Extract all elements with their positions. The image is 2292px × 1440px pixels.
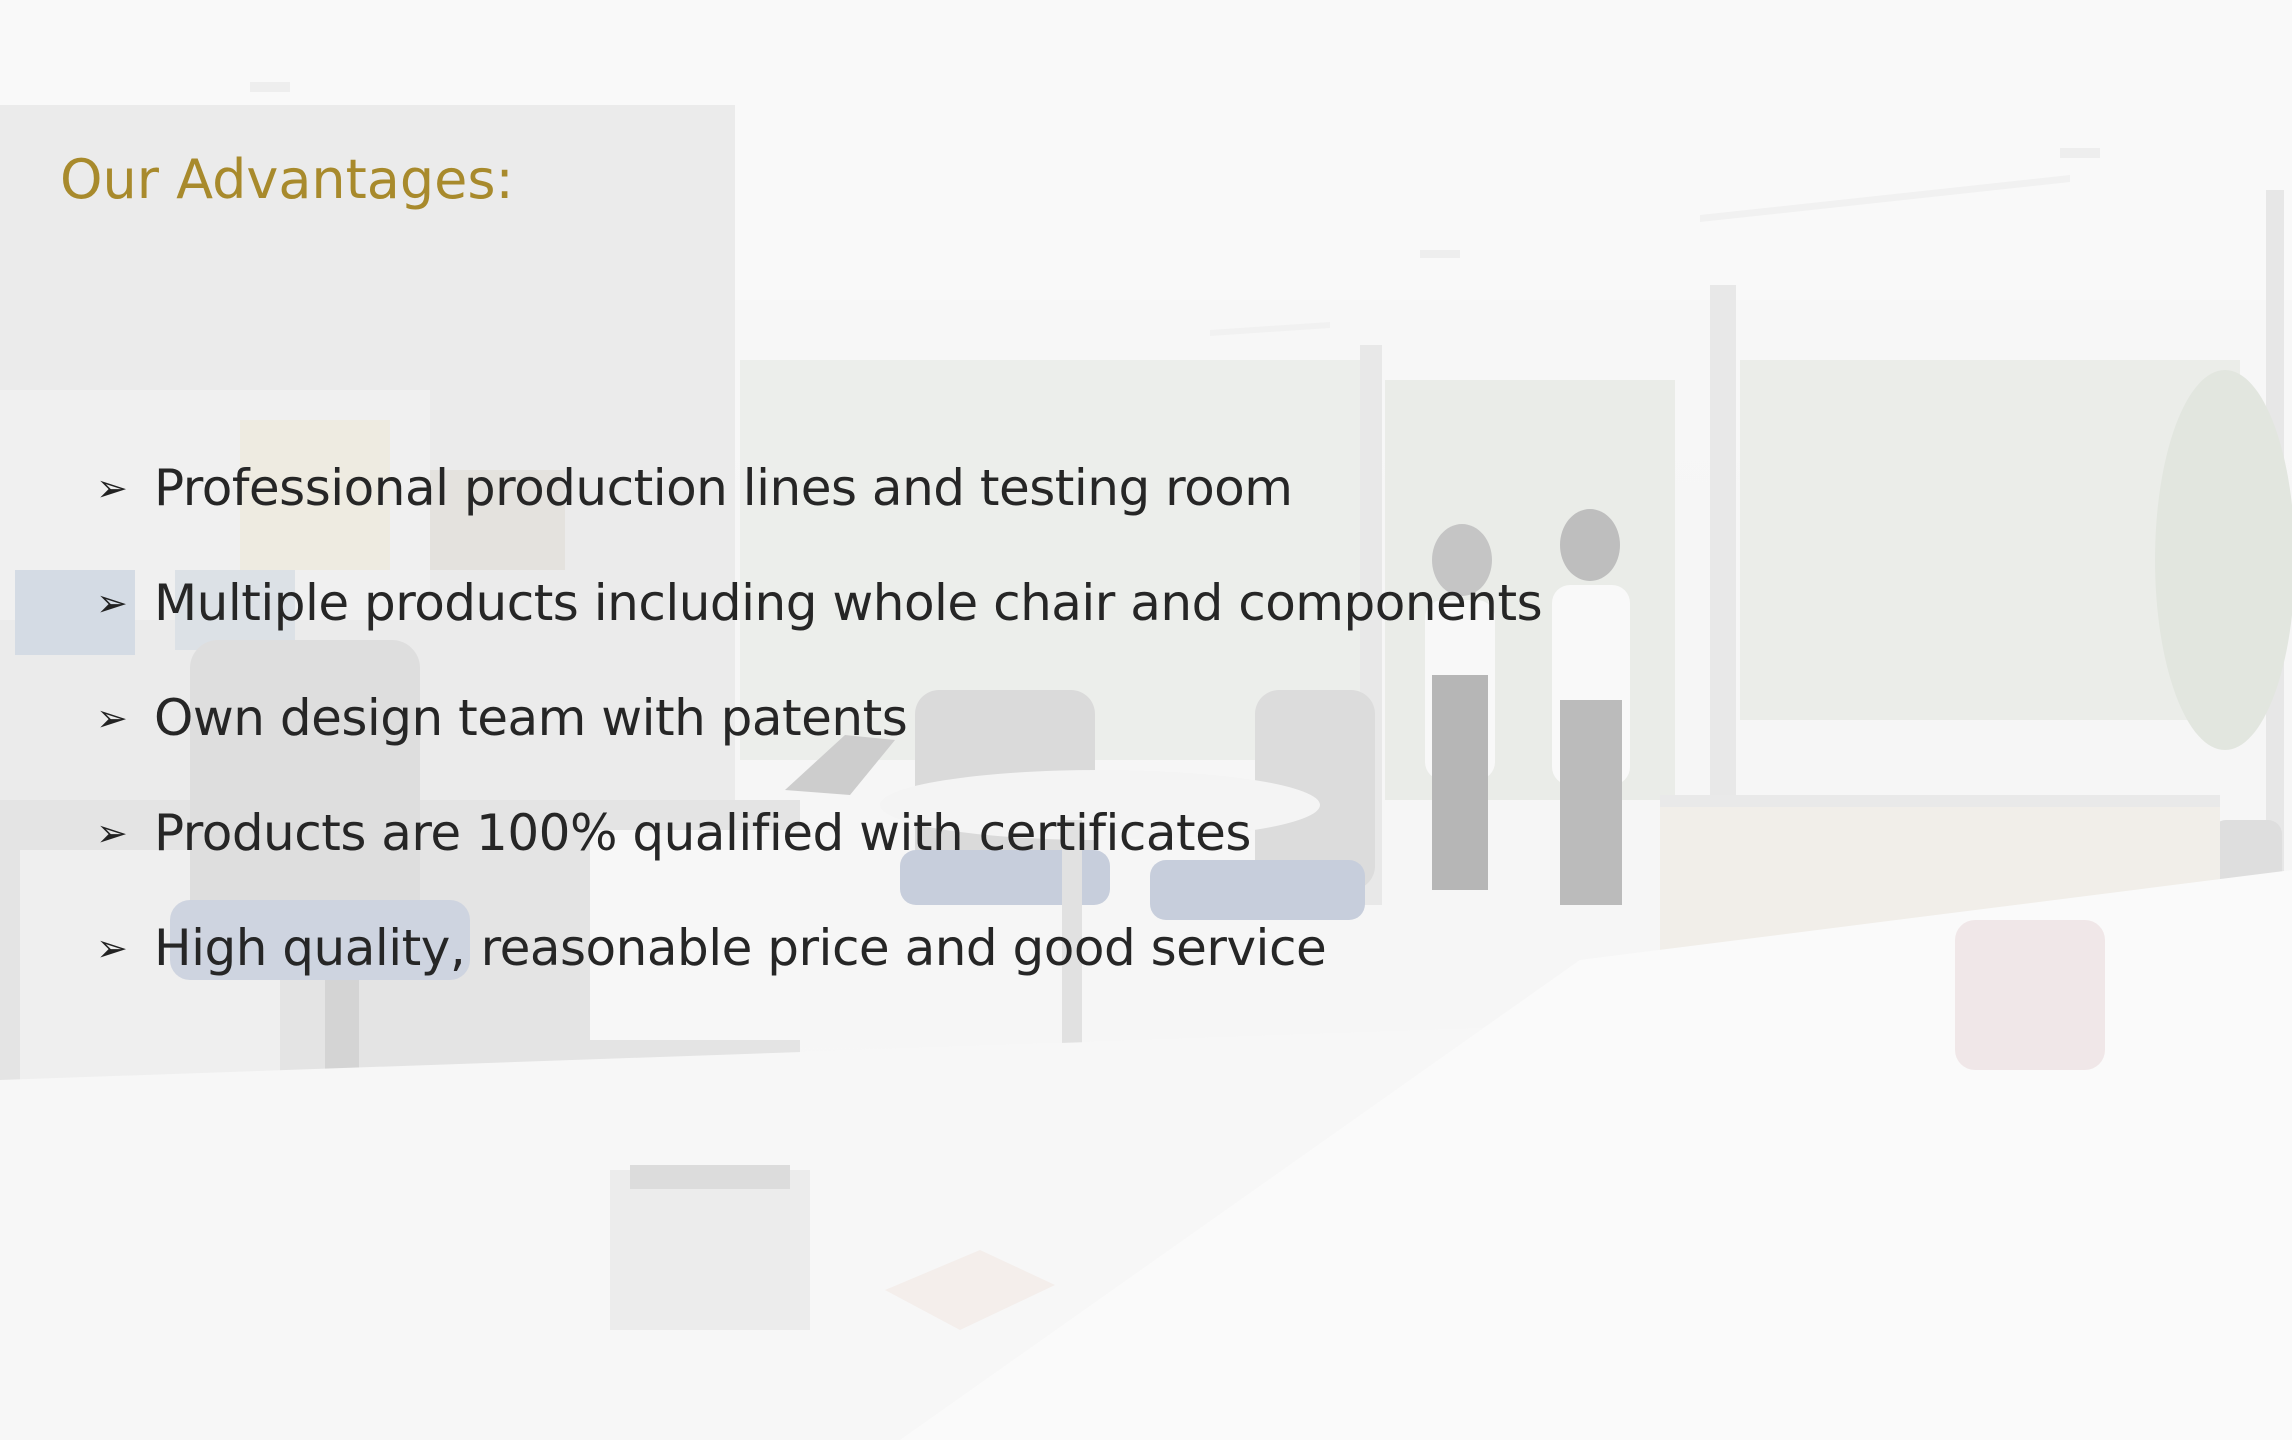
slide-title: Our Advantages:: [60, 148, 514, 211]
arrow-bullet-icon: ➢: [96, 465, 128, 510]
slide: Our Advantages: ➢ Professional productio…: [0, 0, 2292, 1440]
arrow-bullet-icon: ➢: [96, 925, 128, 970]
list-item: ➢ High quality, reasonable price and goo…: [96, 890, 1542, 1005]
arrow-bullet-icon: ➢: [96, 580, 128, 625]
list-item: ➢ Multiple products including whole chai…: [96, 545, 1543, 660]
advantage-text: Products are 100% qualified with certifi…: [154, 803, 1251, 862]
advantage-text: Own design team with patents: [154, 688, 908, 747]
advantage-text: Multiple products including whole chair …: [154, 573, 1543, 632]
advantage-text: High quality, reasonable price and good …: [154, 918, 1327, 977]
advantages-list: ➢ Professional production lines and test…: [96, 430, 1543, 1005]
advantage-text: Professional production lines and testin…: [154, 458, 1293, 517]
list-item: ➢ Professional production lines and test…: [96, 430, 1542, 545]
arrow-bullet-icon: ➢: [96, 810, 128, 855]
arrow-bullet-icon: ➢: [96, 695, 128, 740]
list-item: ➢ Products are 100% qualified with certi…: [96, 775, 1542, 890]
list-item: ➢ Own design team with patents: [96, 660, 1542, 775]
